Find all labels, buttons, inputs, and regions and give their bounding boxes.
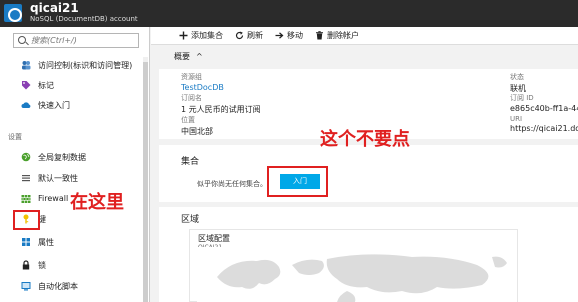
info-field-status: 状态 联机: [510, 72, 526, 94]
sidebar-item-label: 锁: [38, 261, 46, 270]
sidebar-item-label: 默认一致性: [38, 174, 78, 183]
trash-icon: [316, 31, 323, 40]
sidebar: 访问控制(标识和访问管理) 标记 快速入门 设置 全局复制数据 默认一致性 Fi…: [0, 27, 150, 302]
lock-icon: [22, 260, 30, 270]
scrollbar-thumb[interactable]: [143, 62, 148, 302]
lines-icon: [22, 175, 30, 182]
window-title: qicai21: [30, 1, 79, 15]
info-key: 状态: [510, 73, 524, 81]
documentdb-icon: [4, 4, 22, 22]
delete-account-button[interactable]: 删除帐户: [315, 30, 359, 42]
toolbar: 添加集合 刷新 移动 删除帐户: [151, 27, 578, 45]
resource-group-link[interactable]: TestDocDB: [181, 83, 224, 92]
sidebar-item-locks[interactable]: 锁: [0, 256, 142, 274]
sidebar-item-automation-script[interactable]: 自动化脚本: [0, 277, 142, 295]
move-button[interactable]: 移动: [275, 30, 303, 42]
sidebar-item-global-replication[interactable]: 全局复制数据: [0, 148, 142, 166]
info-value: e865c40b-ff1a-44: [510, 104, 578, 113]
add-collection-button[interactable]: 添加集合: [179, 30, 223, 42]
search-input[interactable]: [31, 35, 136, 46]
globe-icon: [21, 152, 31, 162]
tag-icon: [22, 81, 31, 90]
script-icon: [21, 282, 31, 291]
sidebar-scrollbar[interactable]: [143, 57, 148, 302]
sidebar-item-label: 访问控制(标识和访问管理): [38, 61, 133, 70]
collections-title: 集合: [181, 157, 200, 167]
info-value: https://qicai21.do: [510, 124, 578, 133]
info-field-subscription-name: 订阅名 1 元人民币的试用订阅: [181, 93, 261, 115]
sidebar-item-label: 标记: [38, 81, 54, 90]
cloud-icon: [21, 102, 31, 108]
sidebar-item-default-consistency[interactable]: 默认一致性: [0, 169, 142, 187]
sidebar-item-label: 属性: [38, 238, 54, 247]
firewall-icon: [21, 195, 31, 203]
info-value: 中国北部: [181, 127, 213, 136]
info-value: 1 元人民币的试用订阅: [181, 105, 261, 114]
sidebar-item-label: 自动化脚本: [38, 282, 78, 291]
info-key: 订阅 ID: [510, 94, 534, 102]
info-field-location: 位置 中国北部: [181, 115, 213, 137]
annotation-box-get-started: [267, 166, 328, 197]
sidebar-item-label: 快速入门: [38, 101, 70, 110]
add-collection-label: 添加集合: [191, 31, 223, 40]
refresh-icon: [235, 31, 244, 40]
essentials-toggle[interactable]: 概要 ^: [174, 51, 203, 62]
world-map: [197, 247, 517, 302]
info-key: 订阅名: [181, 94, 202, 102]
chevron-up-icon: ^: [196, 52, 203, 61]
collections-empty-hint: 似乎你尚无任何集合。: [197, 180, 267, 188]
search-box[interactable]: [13, 33, 139, 48]
arrow-right-icon: [275, 32, 284, 39]
main-content: 添加集合 刷新 移动 删除帐户 概要 ^ 资源组 TestDocDB 订阅名 1 …: [151, 27, 578, 302]
region-config-title: 区域配置: [198, 234, 230, 243]
regions-title: 区域: [181, 215, 200, 225]
refresh-button[interactable]: 刷新: [235, 30, 263, 42]
collections-panel: 集合 似乎你尚无任何集合。 入门: [159, 145, 578, 202]
info-key: 位置: [181, 116, 195, 124]
sidebar-item-properties[interactable]: 属性: [0, 233, 142, 251]
sidebar-item-label: Firewall: [38, 194, 69, 203]
plus-icon: [179, 31, 188, 40]
info-key: 资源组: [181, 73, 202, 81]
sidebar-item-label: 全局复制数据: [38, 153, 86, 162]
regions-panel: 区域 区域配置 QICAI21: [159, 207, 578, 302]
annotation-box-keys: [13, 210, 40, 230]
sidebar-item-access-control[interactable]: 访问控制(标识和访问管理): [0, 56, 142, 74]
annotation-here: 在这里: [70, 192, 124, 213]
title-bar: qicai21 NoSQL (DocumentDB) account: [0, 0, 578, 27]
info-field-resource-group: 资源组 TestDocDB: [181, 72, 224, 92]
people-icon: [22, 61, 31, 70]
delete-account-label: 删除帐户: [327, 31, 359, 40]
essentials-label: 概要: [174, 52, 190, 61]
info-field-uri: URI https://qicai21.do: [510, 115, 578, 133]
refresh-label: 刷新: [247, 31, 263, 40]
annotation-not-click: 这个不要点: [320, 129, 410, 150]
info-field-subscription-id: 订阅 ID e865c40b-ff1a-44: [510, 93, 578, 113]
sidebar-item-tags[interactable]: 标记: [0, 76, 142, 94]
properties-icon: [22, 238, 30, 246]
sidebar-item-quickstart[interactable]: 快速入门: [0, 96, 142, 114]
move-label: 移动: [287, 31, 303, 40]
section-label-settings: 设置: [8, 133, 22, 141]
search-icon: [18, 36, 26, 44]
info-key: URI: [510, 115, 523, 123]
window-subtitle: NoSQL (DocumentDB) account: [30, 15, 138, 23]
